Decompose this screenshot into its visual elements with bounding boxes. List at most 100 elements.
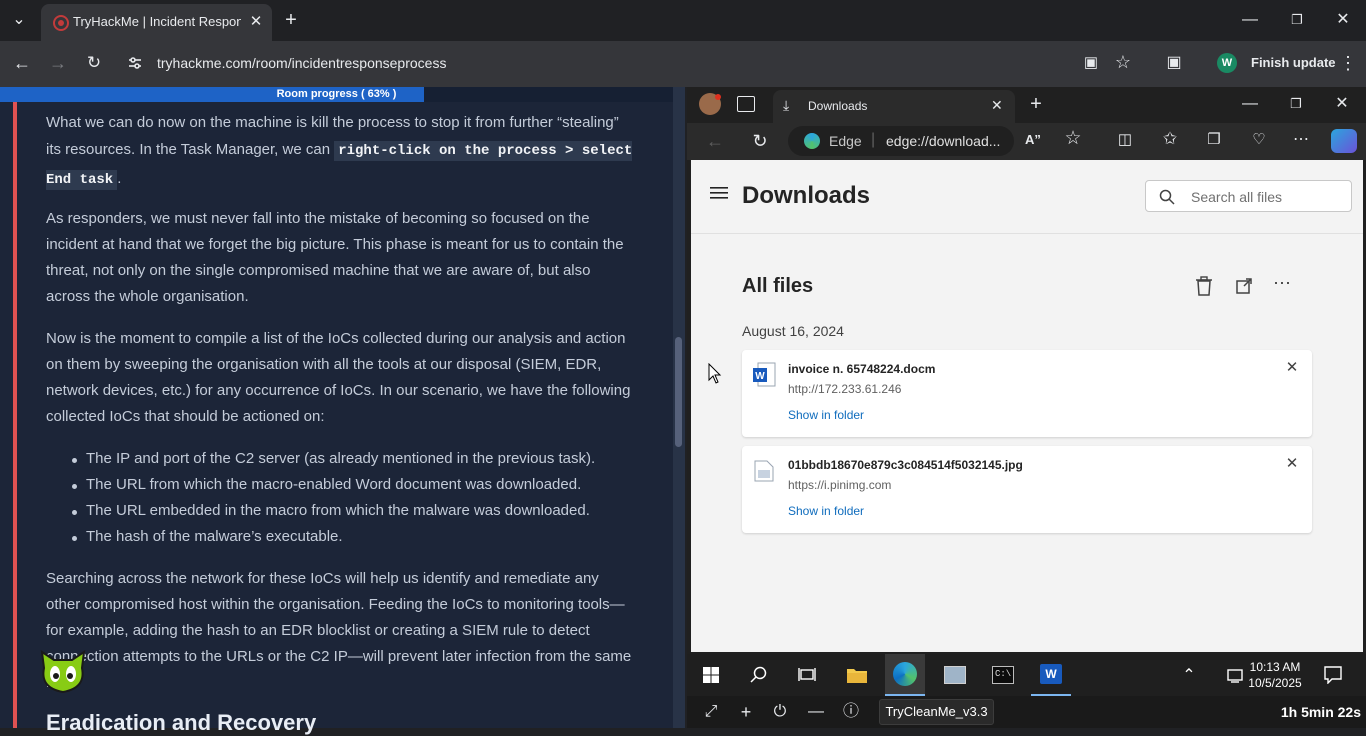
fullscreen-icon[interactable]: ⤢ [697,698,725,726]
restore-button[interactable]: ❐ [1283,6,1311,34]
collections-icon[interactable]: ❐ [1200,126,1228,154]
vm-timer: 1h 5min 22s [1280,704,1361,720]
split-screen-icon[interactable]: ◫ [1111,126,1139,154]
search-input[interactable]: Search all files [1145,180,1352,212]
tab-actions-icon[interactable] [737,96,755,112]
profile-notification-dot [715,94,721,100]
word-file-icon: W [752,362,776,388]
file-source-url: http://172.233.61.246 [788,382,902,396]
address-text[interactable]: tryhackme.com/room/incidentresponseproce… [157,55,446,71]
action-center-button[interactable] [1313,654,1353,696]
edge-tab-downloads[interactable]: ⤓ Downloads ✕ [773,90,1015,123]
copilot-icon[interactable] [1331,129,1357,153]
tab-tryhackme[interactable]: TryHackMe | Incident Response ✕ [41,4,272,41]
app-window-icon [944,666,966,684]
remove-item-icon[interactable]: ✕ [1284,456,1300,472]
address-divider: | [871,131,876,148]
edge-back-icon[interactable]: ← [701,127,729,155]
reload-icon[interactable]: ↻ [80,49,108,77]
chrome-menu-icon[interactable]: ⋮ [1334,49,1362,77]
info-icon[interactable]: ⓘ [837,698,865,726]
tryhackme-mascot-icon[interactable] [36,648,90,696]
back-icon[interactable]: ← [8,49,36,77]
download-icon: ⤓ [783,97,790,113]
clock-date: 10/5/2025 [1248,676,1302,690]
search-placeholder: Search all files [1191,189,1283,205]
room-progress-label-wrap: Room progress ( 63% ) [0,87,673,102]
start-button[interactable] [691,654,731,696]
file-explorer-button[interactable] [837,654,877,696]
download-item[interactable]: 01bbdb18670e879c3c084514f5032145.jpg htt… [742,446,1312,533]
file-name[interactable]: 01bbdb18670e879c3c084514f5032145.jpg [788,458,1023,472]
tryhackme-favicon-icon [53,15,69,31]
bullet-1 [72,458,77,463]
tab-title: TryHackMe | Incident Response [73,14,241,29]
minimize-vm-icon[interactable]: — [802,698,830,726]
browser-essentials-icon[interactable]: ♡ [1245,126,1273,154]
edge-tab-close-icon[interactable]: ✕ [991,97,1003,114]
settings-more-icon[interactable]: ⋯ [1287,126,1315,154]
taskbar-search-icon [750,666,767,683]
forward-icon[interactable]: → [44,49,72,77]
bullet-2 [72,484,77,489]
word-app-icon: W [1040,664,1062,684]
cmd-icon: C:\ [992,666,1014,684]
terminal-taskbar-button[interactable]: C:\ [983,654,1023,696]
remove-item-icon[interactable]: ✕ [1284,360,1300,376]
tab-close-icon[interactable]: ✕ [246,12,266,32]
edge-address-text[interactable]: edge://download... [886,133,1000,149]
list-item: The URL from which the macro-enabled Wor… [86,476,582,493]
scrollbar-thumb[interactable] [675,337,682,447]
favorite-star-icon[interactable]: ☆ [1059,125,1087,153]
paragraph-kill-process: What we can do now on the machine is kil… [46,109,636,194]
site-info-icon[interactable] [125,53,145,73]
extensions-icon[interactable]: ▣ [1160,49,1188,77]
date-group-label: August 16, 2024 [742,323,844,339]
system-clock[interactable]: 10:13 AM 10/5/2025 [1240,659,1310,691]
paragraph-searching: Searching across the network for these I… [46,570,632,691]
room-progress-label: Room progress ( 63% ) [276,88,397,100]
edge-close-button[interactable]: ✕ [1328,90,1356,118]
profile-avatar[interactable]: W [1217,53,1237,73]
image-file-icon [754,460,774,482]
delete-all-icon[interactable] [1194,275,1214,297]
edge-refresh-icon[interactable]: ↻ [746,127,774,155]
minimize-button[interactable]: — [1236,6,1264,34]
download-item[interactable]: W invoice n. 65748224.docm http://172.23… [742,350,1312,437]
edge-taskbar-button[interactable] [885,654,925,696]
bullet-3 [72,510,77,515]
folder-icon [847,669,867,683]
read-aloud-icon[interactable]: A” [1019,126,1047,154]
no-tracking-icon[interactable]: ▣ [1077,49,1105,77]
edge-address-bar[interactable]: Edge | edge://download... [788,126,1014,156]
app-taskbar-button[interactable] [935,654,975,696]
windows-taskbar: C:\ W ⌃ 10:13 AM 10/5/2025 [687,654,1366,696]
section-heading: Eradication and Recovery [46,710,317,735]
more-options-icon[interactable]: ⋯ [1273,273,1291,294]
task-accent-bar [13,87,17,728]
add-time-icon[interactable]: + [732,698,760,726]
show-in-folder-link[interactable]: Show in folder [788,408,864,422]
close-window-button[interactable]: ✕ [1329,6,1357,34]
favorites-icon[interactable]: ✩ [1156,125,1184,153]
hamburger-menu-icon[interactable] [710,186,728,200]
tab-search-chevron-icon[interactable]: ⌄ [5,6,33,34]
vm-control-bar: ⤢ + ⏻ — ⓘ TryCleanMe_v3.3 1h 5min 22s [687,696,1366,728]
edge-new-tab-button[interactable]: + [1022,90,1050,118]
bookmark-star-icon[interactable]: ☆ [1109,48,1137,76]
word-taskbar-button[interactable]: W [1031,654,1071,696]
edge-restore-button[interactable]: ❐ [1282,90,1310,118]
edge-app-icon [893,662,917,686]
list-item: The IP and port of the C2 server (as alr… [86,450,596,467]
open-downloads-folder-icon[interactable] [1235,277,1253,295]
windows-logo-icon [703,667,719,683]
show-hidden-icons-button[interactable]: ⌃ [1169,654,1209,696]
taskbar-search-button[interactable] [739,654,779,696]
edge-minimize-button[interactable]: — [1236,90,1264,118]
file-name[interactable]: invoice n. 65748224.docm [788,362,935,376]
clock-time: 10:13 AM [1249,660,1301,674]
task-view-button[interactable] [787,654,827,696]
show-in-folder-link[interactable]: Show in folder [788,504,864,518]
power-icon[interactable]: ⏻ [766,698,794,726]
new-tab-button[interactable]: + [277,6,305,34]
